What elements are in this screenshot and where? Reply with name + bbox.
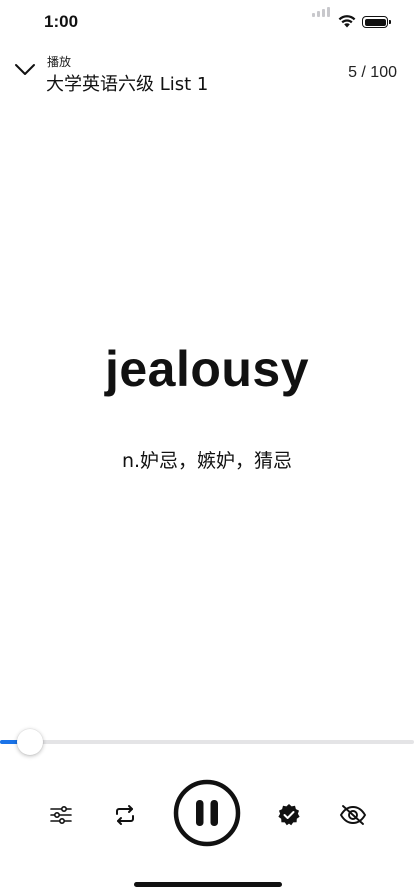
progress-slider[interactable] <box>0 729 414 755</box>
player-header: 播放 大学英语六级 List 1 5 / 100 <box>0 48 414 98</box>
status-time: 1:00 <box>44 12 79 31</box>
playback-controls <box>0 778 414 850</box>
battery-icon <box>362 16 391 28</box>
repeat-icon <box>116 805 134 825</box>
pause-button[interactable] <box>173 779 241 847</box>
page-counter: 5 / 100 <box>348 64 397 81</box>
wifi-icon <box>338 15 356 28</box>
status-bar: 1:00 <box>0 0 414 44</box>
hide-meaning-button[interactable] <box>337 800 369 830</box>
progress-track <box>0 740 414 744</box>
collapse-button[interactable] <box>14 62 42 84</box>
verified-badge-icon <box>278 804 300 826</box>
header-subtitle: 播放 <box>47 55 72 69</box>
eye-slash-icon <box>339 805 367 825</box>
vocabulary-word: jealousy <box>104 341 310 397</box>
progress-thumb[interactable] <box>17 729 43 755</box>
pause-icon <box>173 779 241 847</box>
repeat-button[interactable] <box>110 800 140 830</box>
home-indicator <box>134 882 282 887</box>
chevron-down-icon <box>15 64 35 75</box>
sliders-icon <box>50 806 72 824</box>
mark-known-button[interactable] <box>274 800 304 830</box>
settings-button[interactable] <box>46 800 76 830</box>
list-title: 大学英语六级 List 1 <box>46 74 209 95</box>
word-definition: n.妒忌，嫉妒，猜忌 <box>121 450 293 472</box>
